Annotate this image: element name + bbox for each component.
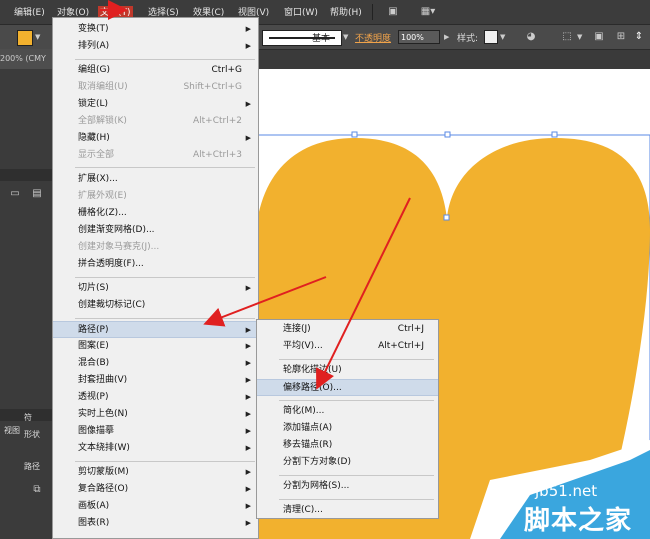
menu-item-expand[interactable]: 扩展(X)... xyxy=(53,171,258,188)
menu-item-crop-marks[interactable]: 创建裁切标记(C) xyxy=(53,297,258,314)
submenu-arrow-icon: ▶ xyxy=(245,42,251,50)
menu-item-blend[interactable]: 混合(B) ▶ xyxy=(53,355,258,372)
submenu-arrow-icon: ▶ xyxy=(245,100,251,108)
stroke-style-label: 基本 xyxy=(312,34,331,44)
menu-separator xyxy=(279,499,434,500)
menu-item-arrange[interactable]: 排列(A) ▶ xyxy=(53,38,258,55)
menu-separator xyxy=(75,318,255,319)
menu-item-lock[interactable]: 锁定(L) ▶ xyxy=(53,96,258,113)
menu-item-path[interactable]: 路径(P) ▶ xyxy=(53,321,258,338)
menu-item-rasterize[interactable]: 栅格化(Z)... xyxy=(53,205,258,222)
menu-item-ungroup: 取消编组(U) Shift+Ctrl+G xyxy=(78,82,242,92)
submenu-item-join[interactable]: 连接(J) Ctrl+J xyxy=(257,321,438,338)
menu-item-slice[interactable]: 切片(S) ▶ xyxy=(53,280,258,297)
menu-item-show-all: 显示全部 Alt+Ctrl+3 xyxy=(78,150,242,160)
menu-separator xyxy=(75,167,255,168)
menu-item-image-trace[interactable]: 图像描摹 ▶ xyxy=(53,423,258,440)
submenu-arrow-icon: ▶ xyxy=(245,342,251,350)
menu-item-object-mosaic: 创建对象马赛克(J)... xyxy=(78,242,160,252)
submenu-arrow-icon: ▶ xyxy=(245,25,251,33)
submenu-arrow-icon: ▶ xyxy=(245,134,251,142)
submenu-item-split-grid[interactable]: 分割为网格(S)... xyxy=(257,478,438,495)
menu-separator xyxy=(279,359,434,360)
menu-item-unlock-all: 全部解锁(K) Alt+Ctrl+2 xyxy=(78,116,242,126)
menu-item-perspective[interactable]: 透视(P) ▶ xyxy=(53,389,258,406)
menu-separator xyxy=(75,461,255,462)
menu-item-group[interactable]: 编组(G) Ctrl+G xyxy=(53,62,258,79)
menu-item-artboards[interactable]: 画板(A) ▶ xyxy=(53,498,258,515)
submenu-arrow-icon: ▶ xyxy=(245,468,251,476)
menu-separator xyxy=(75,277,255,278)
submenu-arrow-icon: ▶ xyxy=(245,410,251,418)
menu-item-live-paint[interactable]: 实时上色(N) ▶ xyxy=(53,406,258,423)
menu-item-compound-path[interactable]: 复合路径(O) ▶ xyxy=(53,481,258,498)
submenu-arrow-icon: ▶ xyxy=(245,519,251,527)
menu-item-transform[interactable]: 变换(T) ▶ xyxy=(53,21,258,38)
submenu-arrow-icon: ▶ xyxy=(245,502,251,510)
submenu-arrow-icon: ▶ xyxy=(245,444,251,452)
submenu-item-add-anchor[interactable]: 添加锚点(A) xyxy=(257,420,438,437)
watermark-site: jb51.net xyxy=(535,482,598,500)
submenu-arrow-icon: ▶ xyxy=(245,427,251,435)
menu-item-flatten-transparency[interactable]: 拼合透明度(F)... xyxy=(53,256,258,273)
submenu-item-outline-stroke[interactable]: 轮廓化描边(U) xyxy=(257,362,438,379)
object-menu-dropdown: 变换(T) ▶ 排列(A) ▶ 编组(G) Ctrl+G 取消编组(U) Shift+C… xyxy=(52,17,259,539)
submenu-item-simplify[interactable]: 简化(M)... xyxy=(257,403,438,420)
submenu-item-clean-up[interactable]: 清理(C)... xyxy=(257,502,438,519)
menu-item-envelope-distort[interactable]: 封套扭曲(V) ▶ xyxy=(53,372,258,389)
menu-item-gradient-mesh[interactable]: 创建渐变网格(D)... xyxy=(53,222,258,239)
menu-separator xyxy=(279,475,434,476)
submenu-item-divide-below[interactable]: 分割下方对象(D) xyxy=(257,454,438,471)
menu-separator xyxy=(279,400,434,401)
submenu-item-average[interactable]: 平均(V)... Alt+Ctrl+J xyxy=(257,338,438,355)
path-submenu: 连接(J) Ctrl+J 平均(V)... Alt+Ctrl+J 轮廓化描边(U) … xyxy=(256,319,439,519)
submenu-arrow-icon: ▶ xyxy=(245,326,251,334)
menu-item-hide[interactable]: 隐藏(H) ▶ xyxy=(53,130,258,147)
menu-item-clipping-mask[interactable]: 剪切蒙版(M) ▶ xyxy=(53,464,258,481)
submenu-arrow-icon: ▶ xyxy=(245,284,251,292)
watermark-name: 脚本之家 xyxy=(524,506,633,536)
menu-item-text-wrap[interactable]: 文本绕排(W) ▶ xyxy=(53,440,258,457)
menu-separator xyxy=(75,59,255,60)
submenu-arrow-icon: ▶ xyxy=(245,485,251,493)
menu-item-expand-appearance: 扩展外观(E) xyxy=(78,191,127,201)
menu-item-graph[interactable]: 图表(R) ▶ xyxy=(53,515,258,532)
submenu-item-remove-anchor[interactable]: 移去锚点(R) xyxy=(257,437,438,454)
submenu-arrow-icon: ▶ xyxy=(245,359,251,367)
submenu-arrow-icon: ▶ xyxy=(245,376,251,384)
menu-item-pattern[interactable]: 图案(E) ▶ xyxy=(53,338,258,355)
submenu-item-offset-path[interactable]: 偏移路径(O)... xyxy=(257,379,438,396)
submenu-arrow-icon: ▶ xyxy=(245,393,251,401)
